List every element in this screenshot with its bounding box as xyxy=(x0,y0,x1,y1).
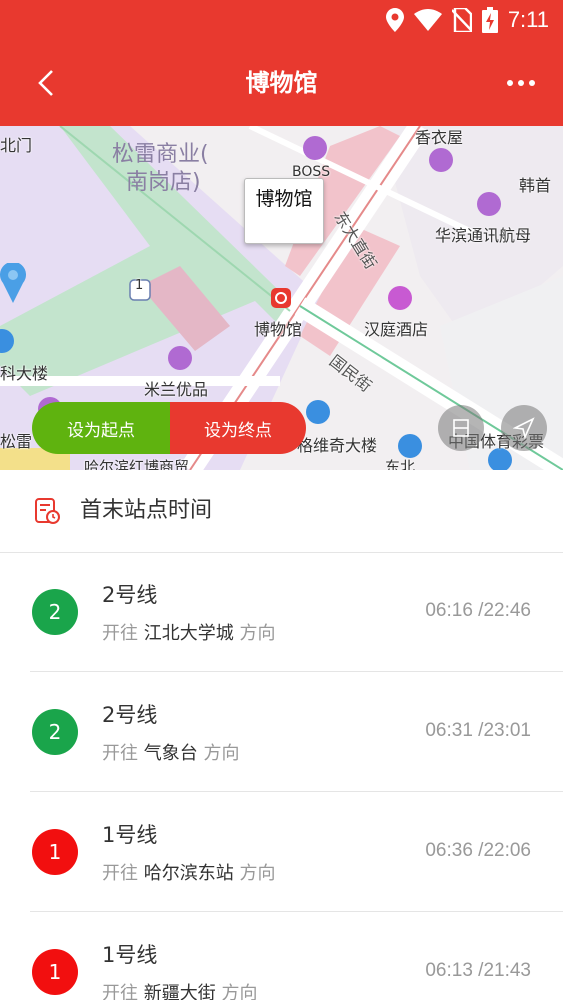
section-title: 首末站点时间 xyxy=(80,498,213,523)
no-sim-icon xyxy=(451,8,472,32)
line-name: 2号线 xyxy=(102,583,158,607)
map-layer-button[interactable] xyxy=(438,405,484,451)
map-label-xiangyiwu: 香衣屋 xyxy=(415,128,464,147)
app-bar: 博物馆 xyxy=(0,40,563,126)
list-item[interactable]: 2 2号线 开往 江北大学城 方向 06:16 /22:46 xyxy=(0,552,563,672)
first-last-times: 06:36 /22:06 xyxy=(425,840,531,861)
line-badge: 1 xyxy=(32,949,78,995)
destination: 气象台 xyxy=(143,743,198,764)
map-label-hanshou: 韩首 xyxy=(519,176,552,195)
map-label-nangang: 南岗店) xyxy=(126,170,201,195)
wifi-icon xyxy=(413,9,442,31)
line-badge: 1 xyxy=(32,829,78,875)
more-button[interactable] xyxy=(499,66,543,100)
line-name: 1号线 xyxy=(102,943,158,967)
more-icon xyxy=(507,80,513,86)
map-label-haerbin-bottom: 哈尔滨红博商贸 xyxy=(84,458,190,470)
map-label-hanting: 汉庭酒店 xyxy=(364,320,429,339)
map-label-station: 博物馆 xyxy=(254,320,303,339)
list-item[interactable]: 1 1号线 开往 哈尔滨东站 方向 06:36 /22:06 xyxy=(0,792,563,912)
page-title: 博物馆 xyxy=(245,69,318,97)
map-label-north-gate: 北门 xyxy=(0,136,33,155)
destination: 新疆大街 xyxy=(143,983,216,1000)
set-start-button[interactable]: 设为起点 xyxy=(32,402,170,454)
battery-charging-icon xyxy=(481,7,498,33)
navigate-icon xyxy=(513,417,535,439)
location-pin-icon[interactable] xyxy=(0,263,26,303)
metro-station-icon xyxy=(271,288,291,308)
direction-text: 开往 哈尔滨东站 方向 xyxy=(102,863,276,884)
schedule-icon xyxy=(35,498,60,524)
status-time: 7:11 xyxy=(507,7,549,32)
list-item[interactable]: 1 1号线 开往 新疆大街 方向 06:13 /21:43 xyxy=(0,912,563,1000)
first-last-times: 06:31 /23:01 xyxy=(425,720,531,741)
station-callout-label: 博物馆 xyxy=(244,178,324,244)
station-callout[interactable]: 博物馆 xyxy=(244,178,324,244)
direction-text: 开往 江北大学城 方向 xyxy=(102,623,276,644)
map-label-songlei-left: 松雷 xyxy=(0,432,33,451)
first-last-times: 06:13 /21:43 xyxy=(425,960,531,981)
line-name: 2号线 xyxy=(102,703,158,727)
schedule-section-header: 首末站点时间 xyxy=(0,470,563,553)
line-name: 1号线 xyxy=(102,823,158,847)
list-item[interactable]: 2 2号线 开往 气象台 方向 06:31 /23:01 xyxy=(0,672,563,792)
set-end-button[interactable]: 设为终点 xyxy=(170,402,306,454)
status-bar: 7:11 xyxy=(0,0,563,40)
map-label-milan: 米兰优品 xyxy=(144,380,209,399)
map-label-dongbei: 东北 xyxy=(385,458,416,470)
map-label-huabin: 华滨通讯航母 xyxy=(435,226,532,245)
direction-text: 开往 新疆大街 方向 xyxy=(102,980,257,1000)
destination: 哈尔滨东站 xyxy=(143,863,234,884)
location-icon xyxy=(385,8,404,32)
map-label-keji: 科大楼 xyxy=(0,364,49,383)
first-last-times: 06:16 /22:46 xyxy=(425,600,531,621)
destination: 江北大学城 xyxy=(143,623,234,644)
map-label-gewei: 格维奇大楼 xyxy=(297,436,378,455)
map-label-route-1: 1 xyxy=(135,278,144,293)
layers-icon xyxy=(453,419,469,437)
line-badge: 2 xyxy=(32,589,78,635)
line-badge: 2 xyxy=(32,709,78,755)
map-locate-button[interactable] xyxy=(501,405,547,451)
direction-text: 开往 气象台 方向 xyxy=(102,743,240,764)
